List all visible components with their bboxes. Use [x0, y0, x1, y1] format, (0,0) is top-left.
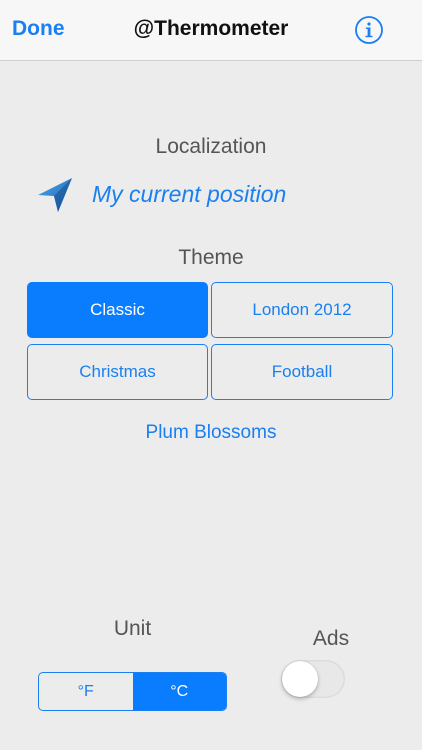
- unit-fahrenheit-option[interactable]: °F: [39, 673, 133, 710]
- unit-celsius-option[interactable]: °C: [132, 673, 226, 710]
- done-button[interactable]: Done: [12, 17, 65, 41]
- unit-segmented-control: °F °C: [38, 672, 227, 711]
- current-position-text: My current position: [92, 180, 287, 207]
- info-button[interactable]: [354, 15, 384, 45]
- current-position-button[interactable]: My current position: [36, 172, 286, 216]
- theme-label: Theme: [178, 246, 244, 269]
- theme-plum-blossoms-button[interactable]: Plum Blossoms: [0, 422, 422, 444]
- ads-toggle[interactable]: [281, 660, 345, 698]
- navigation-bar: Done @Thermometer: [0, 0, 422, 61]
- ads-label: Ads: [312, 627, 350, 650]
- info-circle-icon: [355, 16, 383, 44]
- theme-london-2012-button[interactable]: London 2012: [211, 282, 393, 338]
- location-arrow-icon: [38, 178, 72, 212]
- ads-toggle-knob: [282, 661, 318, 697]
- localization-label: Localization: [155, 135, 267, 158]
- unit-label: Unit: [113, 617, 152, 640]
- theme-football-button[interactable]: Football: [211, 344, 393, 400]
- theme-classic-button[interactable]: Classic: [27, 282, 208, 338]
- theme-christmas-button[interactable]: Christmas: [27, 344, 208, 400]
